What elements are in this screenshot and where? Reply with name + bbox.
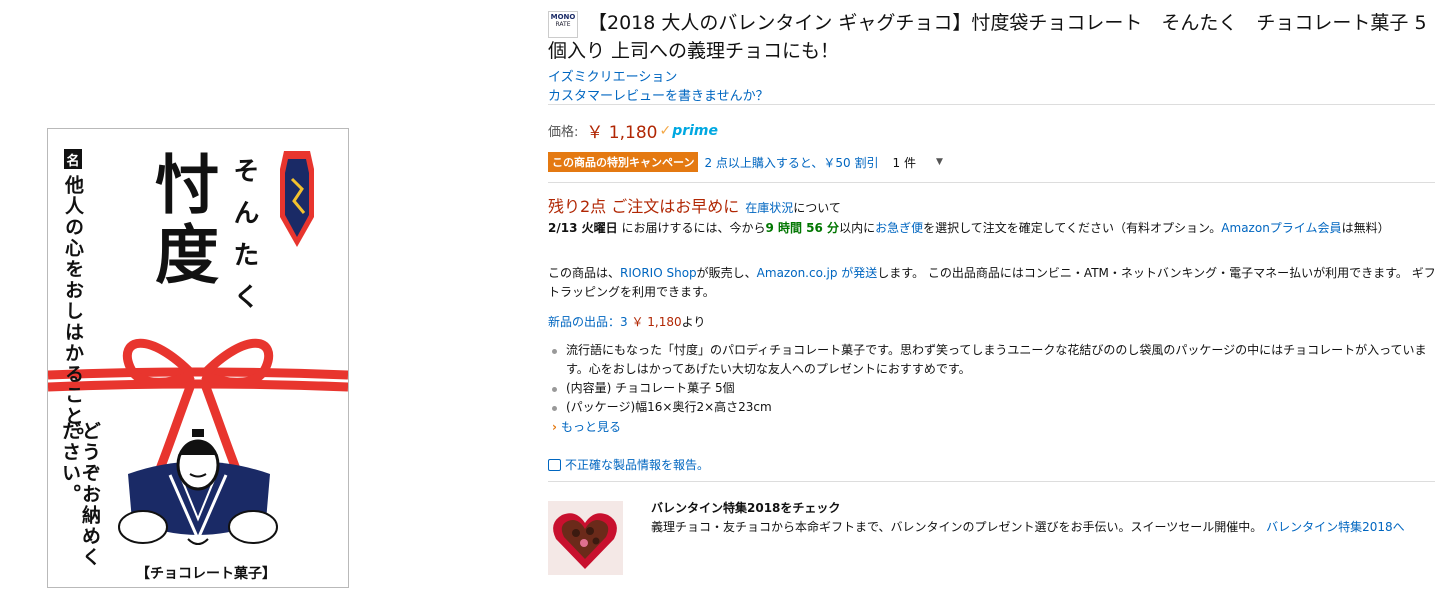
seller-link[interactable]: RIORIO Shop [620,266,697,280]
big-kanji: 忖度 [144,151,219,291]
feature-bullet: (パッケージ)幅16×奥行2×高さ23cm [548,398,1438,417]
seller-text: この商品は、 [548,266,621,280]
prime-logo[interactable]: ✓ prime [659,123,718,139]
seller-info: この商品は、RIORIO Shopが販売し、Amazon.co.jp が発送しま… [548,264,1438,302]
banner-description: 義理チョコ・友チョコから本命ギフトまで、バレンタインのプレゼント選びをお手伝い。… [651,520,1263,534]
brand-link[interactable]: イズミクリエーション [548,66,677,85]
banner-text: 義理チョコ・友チョコから本命ギフトまで、バレンタインのプレゼント選びをお手伝い。… [651,518,1436,537]
banner-title: バレンタイン特集2018をチェック [651,501,841,515]
delivery-message: 2/13 火曜日 にお届けするには、今から9 時間 56 分以内にお急ぎ便を選択… [548,219,1438,238]
stock-suffix: について [793,201,841,215]
price-label: 価格: [548,125,579,140]
new-offers[interactable]: 新品の出品：3 ￥ 1,180より [548,313,705,330]
price-row: 価格: ￥ 1,180 ✓ prime [548,118,718,144]
package-bottom-label: 【チョコレート菓子】 [136,566,276,582]
prime-text: prime [672,122,719,139]
divider [548,182,1435,183]
express-delivery-link[interactable]: お急ぎ便 [875,221,923,235]
chevron-right-icon: › [552,420,557,434]
fulfillment-link[interactable]: Amazon.co.jp が発送 [757,266,878,280]
kanji-reading: そんたく [229,157,259,325]
promotion-count[interactable]: 1 件 [893,154,916,171]
product-title: 【2018 大人のバレンタイン ギャグチョコ】忖度袋チョコレート そんたく チョ… [548,12,1427,62]
product-image[interactable]: 名 他人の心をおしはかること。 忖度 そんたく どうぞお納めください。 【チョコ… [47,128,349,588]
see-more-label: もっと見る [560,420,621,434]
prime-member-link[interactable]: Amazonプライム会員 [1221,221,1341,235]
report-issue-label: 不正確な製品情報を報告。 [565,458,710,472]
seller-text: が販売し、 [696,266,757,280]
delivery-text: は無料） [1341,221,1390,235]
speech-bubble-icon [548,458,561,471]
delivery-countdown: 9 時間 56 分 [765,221,840,235]
promotion-row: この商品の特別キャンペーン 2 点以上購入すると、￥50 割引 1 件 ▼ [548,152,943,172]
closing-text: どうぞお納めください。 [59,421,101,568]
feature-bullet: (内容量) チョコレート菓子 5個 [548,379,1438,398]
feature-bullet: 流行語にもなった「忖度」のパロディチョコレート菓子です。思わず笑ってしまうユニー… [548,341,1438,379]
bowing-man-illustration [118,429,278,545]
delivery-date: 2/13 火曜日 [548,221,618,235]
meaning-text: 他人の心をおしはかること。 [62,175,84,448]
promotion-link[interactable]: 2 点以上購入すると、￥50 割引 [704,154,878,171]
noshi-emblem [280,151,314,247]
stock-alert: 残り2点 ご注文はお早めに [548,197,740,216]
stock-status-link[interactable]: 在庫状況 [745,201,793,215]
new-offers-suffix: より [681,315,706,329]
divider [548,481,1435,482]
see-more-link[interactable]: › もっと見る [552,418,621,435]
new-offers-price: ￥ 1,180 [631,315,682,329]
feature-bullets: 流行語にもなった「忖度」のパロディチョコレート菓子です。思わず笑ってしまうユニー… [548,341,1438,417]
new-offers-link[interactable]: 新品の出品：3 [548,315,628,329]
name-mark: 名 [64,149,82,169]
divider [548,104,1435,105]
prime-check-icon: ✓ [659,122,672,139]
stock-row: 残り2点 ご注文はお早めに 在庫状況について [548,193,841,217]
price-value: ￥ 1,180 [586,123,658,143]
banner-link[interactable]: バレンタイン特集2018へ [1266,520,1405,534]
promotion-badge: この商品の特別キャンペーン [548,152,699,172]
delivery-text: を選択して注文を確定してください（有料オプション。 [923,221,1222,235]
valentine-chocolate-thumbnail[interactable] [548,501,623,575]
delivery-text: 以内に [839,221,876,235]
write-review-link[interactable]: カスタマーレビューを書きませんか？ [548,85,769,104]
delivery-text: にお届けするには、今から [621,221,766,235]
caret-down-icon[interactable]: ▼ [936,157,943,167]
report-issue-link[interactable]: 不正確な製品情報を報告。 [548,456,709,473]
